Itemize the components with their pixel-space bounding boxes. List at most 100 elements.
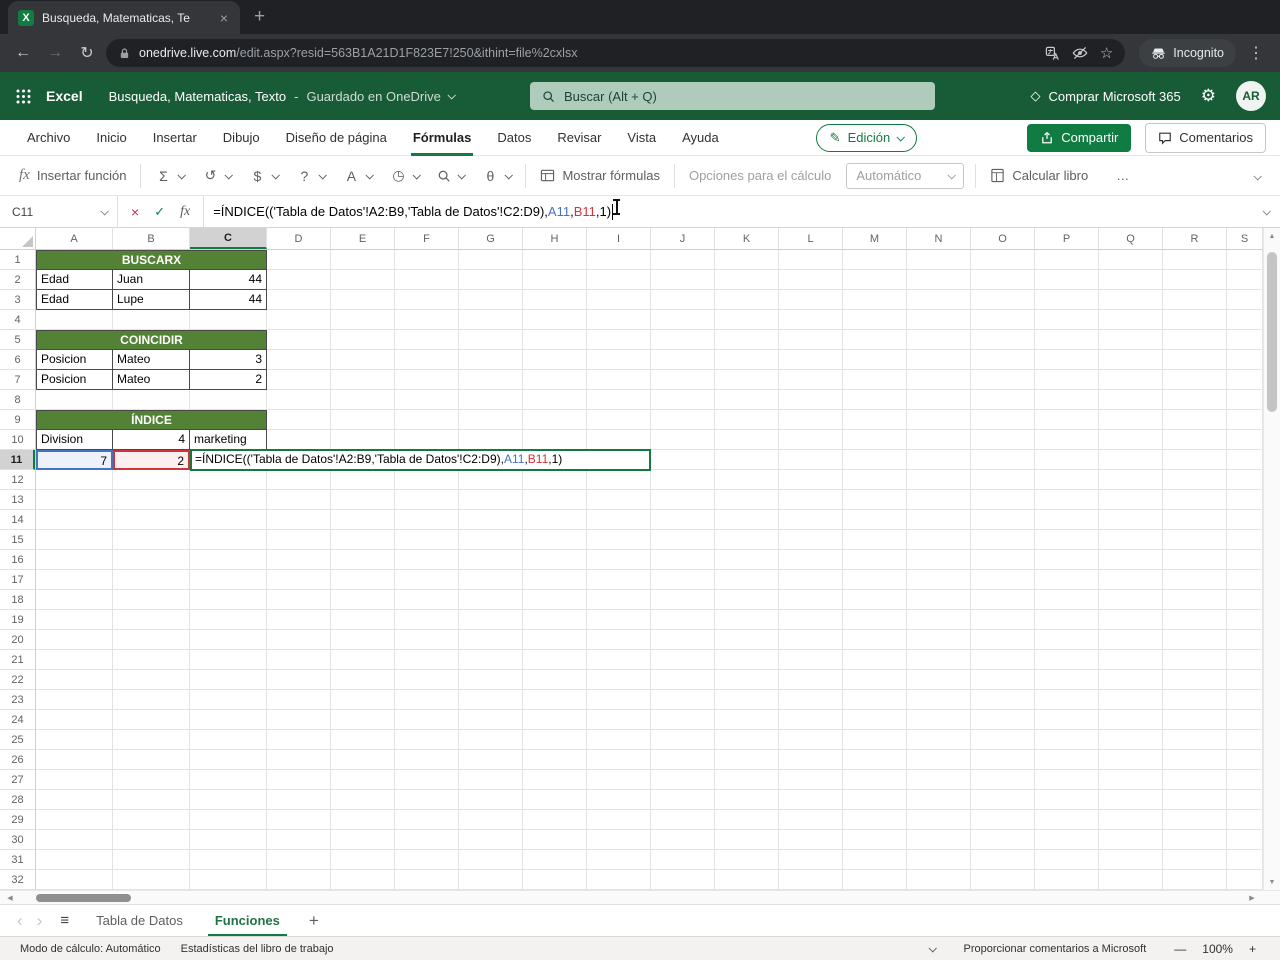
column-header-r[interactable]: R (1163, 228, 1227, 249)
select-all-corner[interactable] (0, 228, 36, 250)
text-functions-dropdown[interactable]: A (334, 160, 381, 192)
row-header-5[interactable]: 5 (0, 330, 35, 350)
add-sheet-button[interactable]: + (296, 911, 332, 931)
ribbon-tab-insertar[interactable]: Insertar (140, 120, 210, 156)
row-header-31[interactable]: 31 (0, 850, 35, 870)
all-sheets-menu-icon[interactable]: ≡ (49, 912, 80, 929)
row-header-19[interactable]: 19 (0, 610, 35, 630)
row-header-7[interactable]: 7 (0, 370, 35, 390)
recently-used-functions-dropdown[interactable]: ↺ (193, 160, 240, 192)
column-header-h[interactable]: H (523, 228, 587, 249)
financial-functions-dropdown[interactable]: $ (240, 160, 287, 192)
cancel-entry-icon[interactable]: × (131, 204, 139, 220)
insert-function-fx-icon[interactable]: fx (180, 204, 190, 220)
back-icon[interactable]: ← (10, 40, 36, 66)
browser-menu-icon[interactable]: ⋮ (1242, 43, 1270, 63)
cell-c10[interactable]: marketing (190, 430, 267, 450)
reload-icon[interactable]: ↻ (74, 40, 100, 66)
column-header-n[interactable]: N (907, 228, 971, 249)
row-header-13[interactable]: 13 (0, 490, 35, 510)
share-button[interactable]: Compartir (1027, 123, 1132, 152)
sheet-tab-tabla-de-datos[interactable]: Tabla de Datos (80, 905, 199, 937)
ribbon-overflow-button[interactable]: … (1107, 160, 1138, 192)
column-header-b[interactable]: B (113, 228, 190, 249)
row-header-9[interactable]: 9 (0, 410, 35, 430)
column-header-l[interactable]: L (779, 228, 843, 249)
browser-tab[interactable]: X Busqueda, Matematicas, Te × (8, 1, 240, 34)
cell-c3[interactable]: 44 (190, 290, 267, 310)
zoom-in-button[interactable]: + (1249, 942, 1256, 956)
settings-gear-icon[interactable]: ⚙ (1201, 86, 1216, 106)
buy-microsoft365-button[interactable]: ◇ Comprar Microsoft 365 (1031, 88, 1181, 104)
autosum-dropdown[interactable]: Σ (146, 160, 193, 192)
ribbon-tab-datos[interactable]: Datos (484, 120, 544, 156)
row-header-26[interactable]: 26 (0, 750, 35, 770)
column-header-k[interactable]: K (715, 228, 779, 249)
account-avatar[interactable]: AR (1236, 81, 1266, 111)
row-header-23[interactable]: 23 (0, 690, 35, 710)
vertical-scrollbar[interactable]: ▲ ▼ (1263, 228, 1280, 890)
column-header-j[interactable]: J (651, 228, 715, 249)
cell-edit-overlay[interactable]: =ÍNDICE(('Tabla de Datos'!A2:B9,'Tabla d… (190, 449, 651, 471)
row-header-3[interactable]: 3 (0, 290, 35, 310)
comments-button[interactable]: Comentarios (1145, 122, 1266, 153)
row-header-11[interactable]: 11 (0, 450, 35, 470)
cell-a3[interactable]: Edad (36, 290, 113, 310)
scroll-down-icon[interactable]: ▼ (1264, 874, 1280, 890)
row-header-28[interactable]: 28 (0, 790, 35, 810)
scroll-right-icon[interactable]: ▶ (1244, 891, 1260, 904)
formula-text[interactable]: =ÍNDICE(('Tabla de Datos'!A2:B9,'Tabla d… (204, 196, 614, 227)
cell-a5[interactable]: COINCIDIR (36, 330, 267, 350)
cell-a7[interactable]: Posicion (36, 370, 113, 390)
ribbon-tab-archivo[interactable]: Archivo (14, 120, 83, 156)
row-header-17[interactable]: 17 (0, 570, 35, 590)
cell-a10[interactable]: Division (36, 430, 113, 450)
forward-icon[interactable]: → (42, 40, 68, 66)
ribbon-tab-vista[interactable]: Vista (614, 120, 669, 156)
row-header-1[interactable]: 1 (0, 250, 35, 270)
row-header-8[interactable]: 8 (0, 390, 35, 410)
insert-function-button[interactable]: fx Insertar función (10, 160, 135, 192)
row-header-27[interactable]: 27 (0, 770, 35, 790)
column-header-e[interactable]: E (331, 228, 395, 249)
vertical-scrollbar-thumb[interactable] (1267, 252, 1277, 412)
cells-layer[interactable]: BUSCARX Edad Juan 44 Edad Lupe 44 COINCIDIR Posi… (36, 250, 1263, 890)
previous-sheet-icon[interactable]: ‹ (10, 911, 30, 931)
cell-b10[interactable]: 4 (113, 430, 190, 450)
next-sheet-icon[interactable]: › (30, 911, 50, 931)
row-header-12[interactable]: 12 (0, 470, 35, 490)
cell-a11[interactable]: 7 (36, 450, 113, 470)
column-header-c[interactable]: C (190, 228, 267, 249)
new-tab-button[interactable]: + (254, 6, 265, 28)
row-header-4[interactable]: 4 (0, 310, 35, 330)
row-header-25[interactable]: 25 (0, 730, 35, 750)
name-box[interactable]: C11 (0, 196, 118, 227)
close-tab-icon[interactable]: × (218, 10, 230, 26)
column-header-a[interactable]: A (36, 228, 113, 249)
translate-icon[interactable] (1045, 46, 1060, 61)
row-header-22[interactable]: 22 (0, 670, 35, 690)
save-status[interactable]: Guardado en OneDrive (306, 89, 456, 104)
column-header-i[interactable]: I (587, 228, 651, 249)
bookmark-star-icon[interactable]: ☆ (1100, 44, 1113, 62)
url-text[interactable]: onedrive.live.com/edit.aspx?resid=563B1A… (139, 46, 1037, 60)
ribbon-tab-revisar[interactable]: Revisar (544, 120, 614, 156)
row-header-18[interactable]: 18 (0, 590, 35, 610)
datetime-functions-dropdown[interactable]: ◷ (381, 160, 428, 192)
cell-c7[interactable]: 2 (190, 370, 267, 390)
cell-b6[interactable]: Mateo (113, 350, 190, 370)
row-header-6[interactable]: 6 (0, 350, 35, 370)
workbook-stats-button[interactable]: Estadísticas del libro de trabajo (171, 943, 344, 955)
row-header-2[interactable]: 2 (0, 270, 35, 290)
zoom-level[interactable]: 100% (1202, 942, 1233, 956)
expand-formula-bar-chevron-icon[interactable] (1252, 196, 1280, 227)
column-header-d[interactable]: D (267, 228, 331, 249)
feedback-link[interactable]: Proporcionar comentarios a Microsoft (963, 943, 1146, 955)
scroll-up-icon[interactable]: ▲ (1264, 228, 1280, 244)
column-header-s[interactable]: S (1227, 228, 1263, 249)
row-header-16[interactable]: 16 (0, 550, 35, 570)
row-header-14[interactable]: 14 (0, 510, 35, 530)
column-header-f[interactable]: F (395, 228, 459, 249)
app-name[interactable]: Excel (46, 88, 83, 104)
show-formulas-button[interactable]: Mostrar fórmulas (531, 160, 669, 192)
